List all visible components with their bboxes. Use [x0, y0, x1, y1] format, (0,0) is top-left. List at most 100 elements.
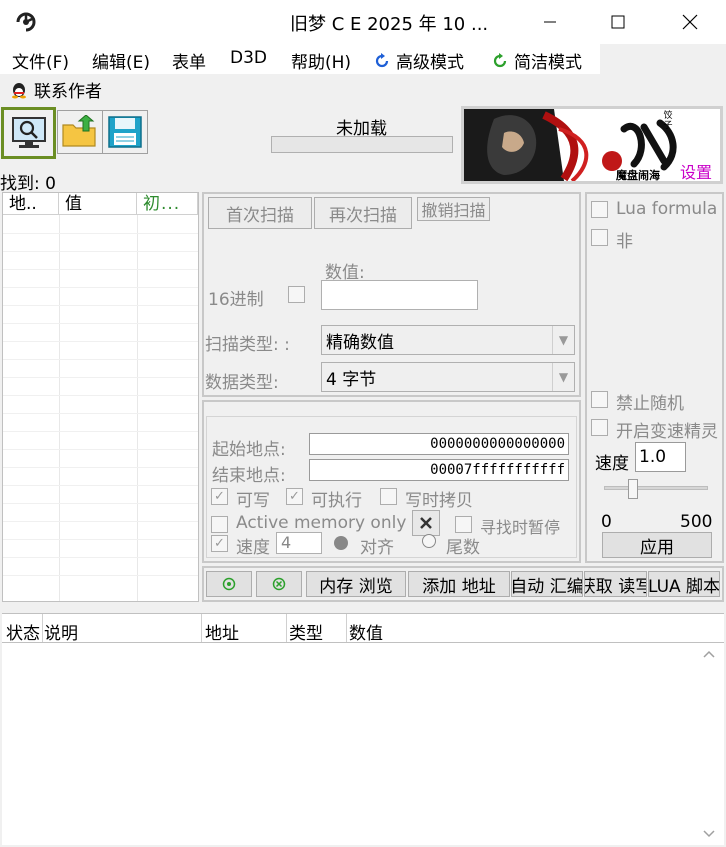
fast-scan-value-input[interactable]: 4: [276, 532, 322, 554]
row-line: [3, 341, 198, 342]
data-type-label: 数据类型:: [205, 373, 279, 393]
auto-assemble-button[interactable]: 自动 汇编: [511, 571, 583, 597]
folder-open-icon: [62, 115, 96, 147]
first-scan-button[interactable]: 首次扫描: [208, 197, 312, 229]
col-description[interactable]: 说明: [44, 619, 78, 644]
clear-range-button[interactable]: [412, 510, 440, 536]
lua-formula-label: Lua formula: [616, 199, 718, 219]
fast-scan-speed-label: 速度: [236, 538, 270, 558]
menu-d3d[interactable]: D3D: [230, 48, 267, 68]
scan-type-value: 精确数值: [326, 332, 394, 353]
scroll-down-icon[interactable]: [702, 829, 716, 839]
row-line: [3, 521, 198, 522]
row-line: [3, 305, 198, 306]
menu-file[interactable]: 文件(F): [12, 48, 69, 73]
fetch-read-write-button[interactable]: 获取 读写: [584, 571, 647, 597]
chevron-down-icon: ▼: [552, 363, 574, 391]
disable-random-checkbox[interactable]: [591, 391, 608, 408]
col-address[interactable]: 地址: [205, 619, 239, 644]
options-panel: [585, 192, 724, 563]
menu-advanced-mode[interactable]: 高级模式: [374, 48, 464, 73]
col-value[interactable]: 数值: [349, 619, 383, 644]
menu-simple-mode[interactable]: 简洁模式: [492, 48, 582, 73]
maximize-button[interactable]: [598, 8, 638, 36]
row-line: [3, 485, 198, 486]
speedhack-checkbox[interactable]: [591, 419, 608, 436]
speed-slider-thumb[interactable]: [628, 479, 638, 499]
contact-author-label: 联系作者: [34, 82, 102, 102]
row-line: [3, 323, 198, 324]
col-initial[interactable]: 初...: [137, 193, 198, 215]
last-digits-radio[interactable]: [422, 534, 436, 548]
align-radio[interactable]: [334, 536, 348, 550]
contact-author[interactable]: 联系作者: [10, 77, 102, 102]
executable-label: 可执行: [311, 491, 362, 511]
column-divider: [42, 614, 43, 642]
speed-label: 速度: [595, 454, 629, 474]
refresh-icon: [375, 52, 389, 67]
row-line: [3, 503, 198, 504]
menu-table[interactable]: 表单: [172, 48, 206, 73]
scan-results-list[interactable]: 地.. 值 初...: [2, 192, 199, 602]
expand-all-button[interactable]: [206, 571, 252, 597]
menu-help[interactable]: 帮助(H): [291, 48, 351, 73]
active-memory-checkbox[interactable]: [211, 516, 228, 533]
copy-on-write-label: 写时拷贝: [405, 491, 473, 511]
settings-link[interactable]: 设置: [680, 159, 712, 181]
open-process-button[interactable]: [1, 107, 56, 159]
memory-view-button[interactable]: 内存 浏览: [306, 571, 406, 597]
menu-edit[interactable]: 编辑(E): [92, 48, 150, 73]
not-label: 非: [616, 232, 633, 252]
floppy-disk-icon: [108, 116, 142, 148]
executable-checkbox[interactable]: ✓: [286, 488, 303, 505]
lua-formula-checkbox[interactable]: [591, 201, 608, 218]
row-line: [3, 449, 198, 450]
end-address-input[interactable]: 00007fffffffffff: [309, 459, 569, 481]
pause-on-scan-label: 寻找时暂停: [480, 518, 561, 537]
undo-scan-button[interactable]: 撤销扫描: [417, 197, 490, 221]
banner-image: 饺子 魔盘闹海 设置: [461, 106, 723, 184]
scan-type-label: 扫描类型: :: [205, 335, 290, 355]
next-scan-button[interactable]: 再次扫描: [314, 197, 412, 229]
col-value[interactable]: 值: [59, 193, 137, 215]
fast-scan-checkbox[interactable]: ✓: [211, 535, 228, 552]
circle-x-icon: [272, 577, 286, 591]
row-line: [3, 557, 198, 558]
col-status[interactable]: 状态: [6, 619, 40, 644]
collapse-all-button[interactable]: [256, 571, 302, 597]
row-line: [3, 251, 198, 252]
scroll-up-icon[interactable]: [702, 649, 716, 659]
copy-on-write-checkbox[interactable]: [380, 488, 397, 505]
row-line: [3, 287, 198, 288]
writable-label: 可写: [236, 491, 270, 511]
data-type-select[interactable]: 4 字节 ▼: [321, 362, 575, 392]
minimize-button[interactable]: [530, 8, 570, 36]
not-checkbox[interactable]: [591, 229, 608, 246]
value-input[interactable]: [321, 280, 478, 310]
scan-type-select[interactable]: 精确数值 ▼: [321, 325, 575, 355]
column-divider: [201, 614, 202, 642]
banner-brand-small: 饺子: [663, 111, 673, 131]
col-address[interactable]: 地..: [3, 193, 59, 215]
col-type[interactable]: 类型: [289, 619, 323, 644]
start-address-input[interactable]: 0000000000000000: [309, 433, 569, 455]
circle-plus-icon: [222, 577, 236, 591]
row-line: [3, 233, 198, 234]
row-line: [3, 359, 198, 360]
open-file-button[interactable]: [57, 110, 103, 154]
data-type-value: 4 字节: [326, 369, 377, 390]
apply-speed-button[interactable]: 应用: [602, 532, 712, 558]
lua-script-button[interactable]: LUA 脚本: [648, 571, 720, 597]
writable-checkbox[interactable]: ✓: [211, 488, 228, 505]
speed-slider-track[interactable]: [604, 486, 708, 490]
close-button[interactable]: [670, 8, 710, 36]
save-button[interactable]: [102, 110, 148, 154]
cheat-table-list[interactable]: [2, 643, 724, 845]
pause-on-scan-checkbox[interactable]: [455, 516, 472, 533]
speed-input[interactable]: 1.0: [635, 442, 686, 472]
row-line: [3, 413, 198, 414]
active-memory-label: Active memory only: [236, 513, 407, 533]
hex-checkbox[interactable]: [288, 286, 305, 303]
add-address-button[interactable]: 添加 地址: [408, 571, 510, 597]
maximize-icon: [611, 15, 625, 29]
